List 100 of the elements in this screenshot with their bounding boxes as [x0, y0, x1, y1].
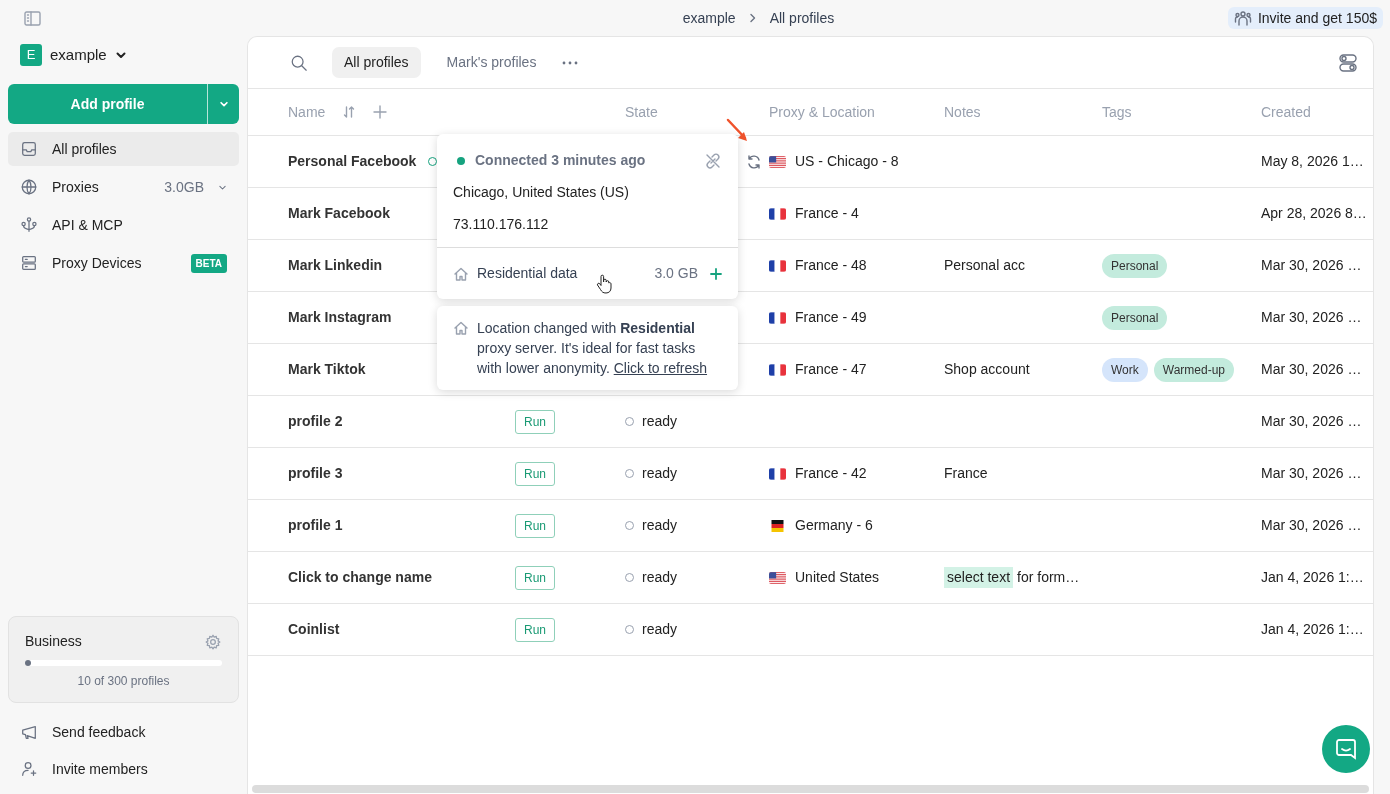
tag[interactable]: Warmed-up	[1153, 357, 1235, 382]
state-text: ready	[642, 620, 678, 639]
profile-name[interactable]: profile 2	[288, 411, 343, 432]
footer-link[interactable]: Invite members	[8, 758, 239, 780]
footer-link[interactable]: Send feedback	[8, 721, 239, 743]
run-button[interactable]: Run	[515, 409, 555, 434]
created-date: Jan 4, 2026 1:…	[1261, 620, 1364, 639]
beta-badge: BETA	[190, 253, 227, 273]
chevron-down-icon	[218, 99, 229, 109]
note-text[interactable]: France	[944, 463, 988, 484]
data-amount: 3.0 GB	[654, 264, 698, 283]
france-flag-icon	[769, 259, 786, 272]
created-date: Mar 30, 2026 …	[1261, 360, 1362, 379]
run-button[interactable]: Run	[515, 565, 555, 590]
profile-name[interactable]: profile 1	[288, 515, 343, 536]
note-text[interactable]: Shop account	[944, 359, 1030, 380]
state-text: ready	[642, 516, 678, 535]
germany-flag-icon	[769, 519, 786, 532]
more-icon[interactable]	[562, 60, 579, 65]
profile-name[interactable]: Personal Facebook	[288, 151, 417, 172]
plan-usage-caption: 10 of 300 profiles	[76, 673, 171, 690]
profile-name[interactable]: Click to change name	[288, 567, 432, 588]
created-date: Mar 30, 2026 …	[1261, 308, 1362, 327]
created-date: Mar 30, 2026 …	[1261, 464, 1362, 483]
search-icon[interactable]	[290, 53, 308, 72]
run-button[interactable]: Run	[515, 513, 555, 538]
note-text[interactable]: for form…	[1017, 567, 1080, 588]
plan-name: Business	[25, 632, 82, 651]
data-balance: 3.0GB	[164, 177, 204, 197]
inbox-icon	[20, 140, 38, 158]
settings-icon[interactable]	[204, 632, 222, 651]
state-text: ready	[642, 412, 678, 431]
home-icon	[453, 320, 469, 336]
add-icon[interactable]	[710, 267, 722, 280]
profile-name[interactable]: profile 3	[288, 463, 343, 484]
unlink-icon[interactable]	[704, 151, 722, 170]
toggles-icon[interactable]	[1339, 52, 1357, 73]
tag[interactable]: Work	[1102, 357, 1148, 382]
refresh-link[interactable]: Click to refresh	[613, 360, 708, 376]
proxy-location[interactable]: France - 47	[795, 359, 867, 380]
globe-icon	[20, 178, 38, 196]
created-date: Apr 28, 2026 8…	[1261, 204, 1367, 223]
add-column-icon[interactable]	[373, 105, 388, 119]
proxy-ip: 73.110.176.112	[453, 215, 550, 234]
home-icon	[453, 265, 469, 282]
note-text[interactable]: Personal acc	[944, 255, 1025, 276]
profile-tab[interactable]: Mark's profiles	[434, 47, 549, 78]
created-date: Jan 4, 2026 1:…	[1261, 568, 1364, 587]
proxy-location[interactable]: France - 42	[795, 463, 867, 484]
invite-button[interactable]: Invite and get 150$	[1227, 7, 1383, 29]
france-flag-icon	[769, 363, 786, 376]
created-date: Mar 30, 2026 …	[1261, 412, 1362, 431]
chevron-down-icon	[114, 49, 127, 61]
proxy-location[interactable]: United States	[795, 567, 880, 588]
workspace-avatar: E	[20, 44, 42, 66]
breadcrumb-workspace[interactable]: example	[682, 7, 736, 29]
workspace-switcher[interactable]: E example	[8, 36, 239, 74]
proxy-location[interactable]: France - 48	[795, 255, 867, 276]
nav-item[interactable]: API & MCP	[8, 208, 239, 242]
nav-label: Proxies	[52, 177, 100, 197]
us-flag-icon	[769, 571, 786, 584]
state-text: ready	[642, 464, 678, 483]
state-text: ready	[642, 568, 678, 587]
horizontal-scrollbar[interactable]	[252, 785, 1369, 793]
profile-tab[interactable]: All profiles	[332, 47, 421, 78]
profile-name[interactable]: Mark Linkedin	[288, 255, 383, 276]
tag[interactable]: Personal	[1102, 253, 1168, 278]
hand-cursor-icon	[596, 274, 612, 294]
chat-icon	[1335, 738, 1357, 760]
profile-name[interactable]: Coinlist	[288, 619, 340, 640]
nav-item[interactable]: Proxies 3.0GB	[8, 170, 239, 204]
breadcrumb-current: All profiles	[769, 8, 835, 28]
proxy-location[interactable]: France - 4	[795, 203, 859, 224]
user-plus-icon	[20, 760, 38, 778]
sort-icon[interactable]	[343, 105, 356, 119]
france-flag-icon	[769, 311, 786, 324]
proxy-location[interactable]: France - 49	[795, 307, 867, 328]
proxy-location[interactable]: US - Chicago - 8	[795, 151, 899, 172]
people-icon	[1233, 10, 1252, 26]
profile-name[interactable]: Mark Instagram	[288, 307, 392, 328]
connection-status: Connected 3 minutes ago	[475, 151, 647, 170]
chevron-right-icon	[747, 13, 758, 23]
tag[interactable]: Personal	[1102, 305, 1168, 330]
run-button[interactable]: Run	[515, 617, 555, 642]
nav-item[interactable]: Proxy Devices BETA	[8, 246, 239, 280]
proxy-info-text: Location changed with Residential proxy server. It's ideal for fast tasks with lower anonymity. Click to refresh	[477, 319, 709, 378]
server-icon	[20, 254, 38, 272]
run-button[interactable]: Run	[515, 461, 555, 486]
sidebar-toggle-icon[interactable]	[24, 10, 41, 26]
nav-item[interactable]: All profiles	[8, 132, 239, 166]
megaphone-icon	[20, 723, 38, 741]
refresh-icon[interactable]	[746, 153, 762, 170]
profile-name[interactable]: Mark Facebook	[288, 203, 390, 224]
proxy-location[interactable]: Germany - 6	[795, 515, 873, 536]
highlighted-note[interactable]: select text	[944, 567, 1014, 588]
nav-label: API & MCP	[52, 215, 124, 235]
profile-name[interactable]: Mark Tiktok	[288, 359, 366, 380]
us-flag-icon	[769, 155, 786, 168]
france-flag-icon	[769, 207, 786, 220]
data-label: Residential data	[477, 264, 579, 283]
